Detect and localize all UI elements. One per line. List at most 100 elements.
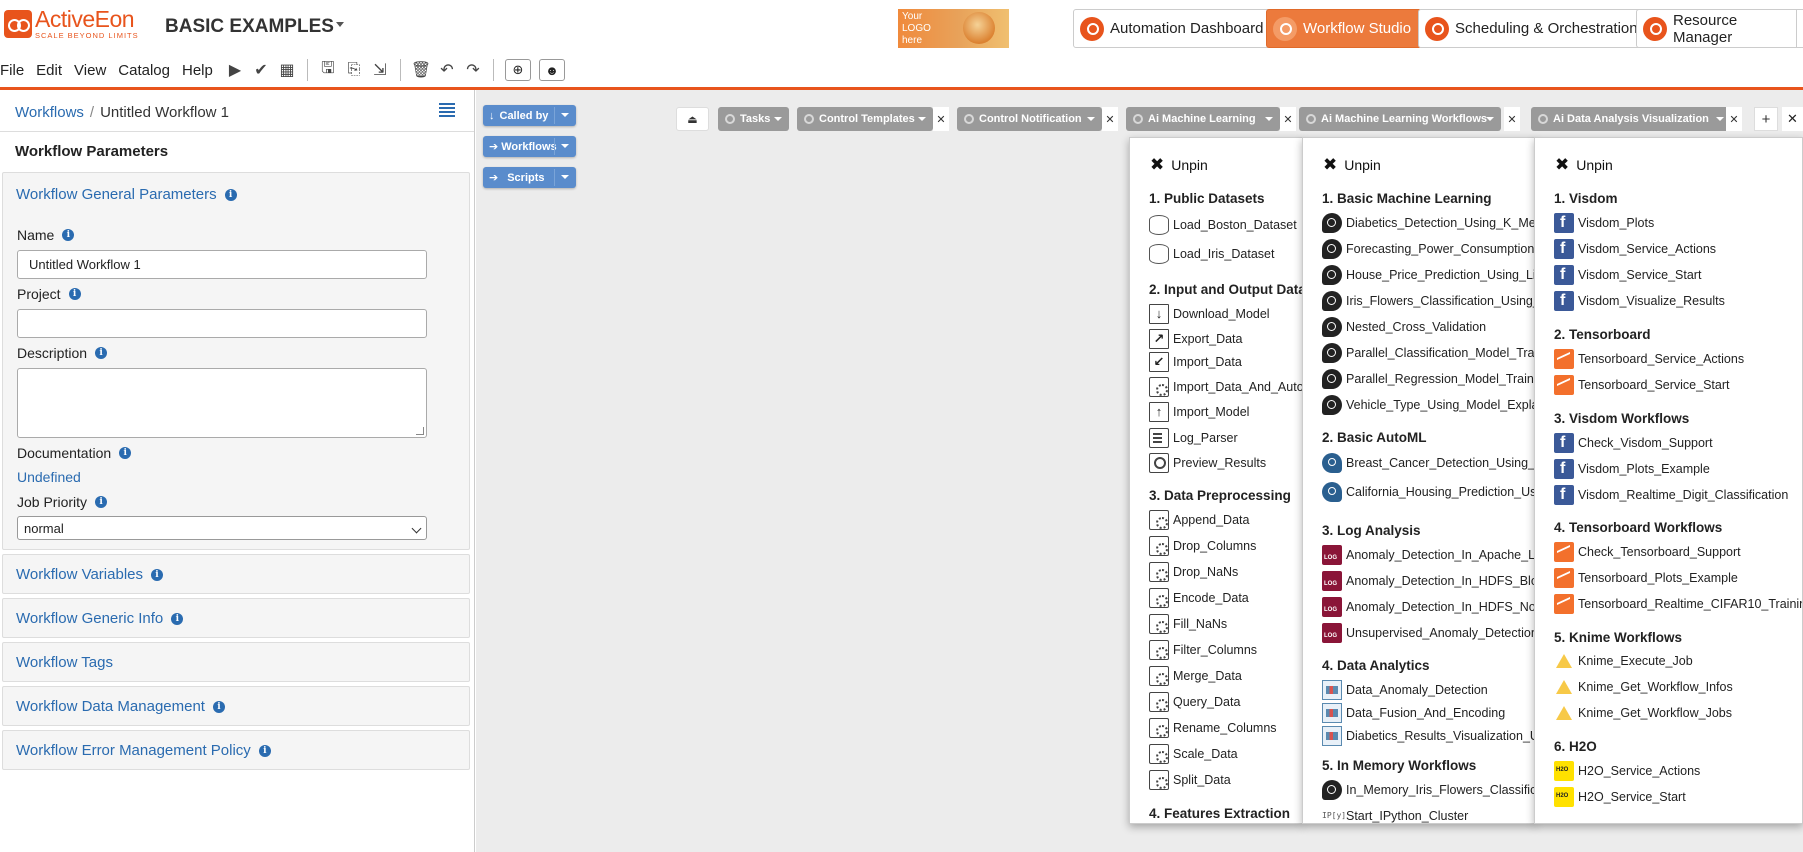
catalog-item[interactable]: Vehicle_Type_Using_Model_Explain [1322,395,1535,415]
unpin-button[interactable]: ✖ Unpin [1555,155,1613,175]
catalog-item[interactable]: Scale_Data [1149,744,1238,764]
project-input[interactable] [17,309,427,338]
catalog-item[interactable]: Anomaly_Detection_In_HDFS_Node [1322,597,1535,617]
close-tab-icon[interactable]: ✕ [1726,107,1742,131]
workflow-error-management-section[interactable]: Workflow Error Management Policy i [2,730,470,770]
menu-help[interactable]: Help [182,62,213,79]
workflow-studio-button[interactable]: Workflow Studio [1266,9,1423,48]
catalog-item[interactable]: Visdom_Service_Actions [1554,239,1716,259]
project-title[interactable]: BASIC EXAMPLES [165,16,334,38]
chevron-down-icon[interactable] [561,144,569,148]
catalog-item[interactable]: Tensorboard_Service_Start [1554,375,1729,395]
catalog-item[interactable]: Tensorboard_Realtime_CIFAR10_Training [1554,594,1802,614]
catalog-item[interactable]: Tensorboard_Plots_Example [1554,568,1738,588]
info-icon[interactable]: i [258,744,271,757]
scripts-button[interactable]: ➔ Scripts [483,167,576,188]
catalog-item[interactable]: Diabetics_Detection_Using_K_Mea [1322,213,1535,233]
menu-catalog[interactable]: Catalog [118,62,170,79]
name-input[interactable] [17,250,427,279]
catalog-item[interactable]: Forecasting_Power_Consumption_ [1322,239,1535,259]
catalog-item[interactable]: Check_Visdom_Support [1554,433,1713,453]
catalog-item[interactable]: Preview_Results [1149,453,1266,473]
catalog-item[interactable]: Parallel_Classification_Model_Train [1322,343,1535,363]
scheduling-orchestration-button[interactable]: Scheduling & Orchestration [1418,9,1649,48]
catalog-item[interactable]: Data_Fusion_And_Encoding [1322,703,1505,723]
catalog-item[interactable]: Log_Parser [1149,428,1238,448]
export-as-icon[interactable]: ⇲ [371,61,389,79]
catalog-item[interactable]: Check_Tensorboard_Support [1554,542,1741,562]
catalog-item[interactable]: Unsupervised_Anomaly_Detection [1322,623,1535,643]
breadcrumb-workflows-link[interactable]: Workflows [15,104,84,121]
overflow-portal-button[interactable] [1796,9,1803,48]
catalog-item[interactable]: Drop_NaNs [1149,562,1238,582]
resource-manager-button[interactable]: Resource Manager [1636,9,1803,48]
catalog-item[interactable]: Tensorboard_Service_Actions [1554,349,1744,369]
info-icon[interactable]: i [171,612,184,625]
unpin-button[interactable]: ✖ Unpin [1323,155,1381,175]
user-icon[interactable]: ☻ [539,59,565,81]
catalog-item[interactable]: Load_Iris_Dataset [1149,244,1274,264]
catalog-item[interactable]: ↑ Import_Model [1149,402,1249,422]
catalog-item[interactable]: Query_Data [1149,692,1240,712]
catalog-item[interactable]: Anomaly_Detection_In_Apache_Log [1322,545,1535,565]
collapse-all-icon[interactable]: ⏏ [676,107,709,131]
calendar-icon[interactable]: ▦ [278,61,296,79]
catalog-item[interactable]: H2O_Service_Start [1554,787,1686,807]
documentation-value[interactable]: Undefined [17,469,81,485]
menu-view[interactable]: View [74,62,106,79]
catalog-item[interactable]: Iris_Flowers_Classification_Using_L [1322,291,1535,311]
catalog-item[interactable]: Knime_Get_Workflow_Jobs [1554,704,1732,722]
catalog-item[interactable]: Visdom_Visualize_Results [1554,291,1725,311]
catalog-item[interactable]: Data_Anomaly_Detection [1322,680,1488,700]
catalog-item[interactable]: Merge_Data [1149,666,1242,686]
close-tab-icon[interactable]: ✕ [1504,107,1520,131]
description-textarea[interactable] [17,368,427,438]
play-icon[interactable]: ▶ [226,61,244,79]
catalog-item[interactable]: Breast_Cancer_Detection_Using_A [1322,453,1535,473]
catalog-item[interactable]: Nested_Cross_Validation [1322,317,1486,337]
globe-icon[interactable]: ⊕ [505,59,531,81]
tab-ai-machine-learning[interactable]: Ai Machine Learning [1126,107,1280,131]
catalog-item[interactable]: ↙ Import_Data [1149,352,1242,372]
workflow-data-management-section[interactable]: Workflow Data Management i [2,686,470,726]
info-icon[interactable]: i [62,229,75,241]
close-tab-icon[interactable]: ✕ [1280,107,1296,131]
chevron-down-icon[interactable] [561,175,569,179]
called-by-button[interactable]: ↓ Called by [483,105,576,126]
menu-edit[interactable]: Edit [36,62,62,79]
catalog-item[interactable]: Visdom_Service_Start [1554,265,1701,285]
catalog-item[interactable]: Filter_Columns [1149,640,1257,660]
catalog-item[interactable]: Append_Data [1149,510,1249,530]
list-view-icon[interactable] [439,103,455,117]
add-catalog-tab-icon[interactable]: + [1754,107,1778,131]
catalog-item[interactable]: IP[y] Start_IPython_Cluster [1322,806,1468,823]
close-tab-icon[interactable]: ✕ [933,107,949,131]
redo-icon[interactable]: ↷ [464,61,482,79]
tab-control-templates[interactable]: Control Templates [797,107,933,131]
catalog-item[interactable]: Drop_Columns [1149,536,1256,556]
workflow-variables-section[interactable]: Workflow Variables i [2,554,470,594]
check-icon[interactable]: ✔ [252,61,270,79]
catalog-item[interactable]: Visdom_Plots [1554,213,1654,233]
tab-ai-data-analysis-visualization[interactable]: Ai Data Analysis Visualization [1531,107,1731,131]
catalog-item[interactable]: Fill_NaNs [1149,614,1227,634]
undo-icon[interactable]: ↶ [438,61,456,79]
catalog-item[interactable]: Anomaly_Detection_In_HDFS_Block [1322,571,1535,591]
workflows-button[interactable]: ➔ Workflows [483,136,576,157]
catalog-item[interactable]: Visdom_Plots_Example [1554,459,1710,479]
catalog-item[interactable]: Split_Data [1149,770,1231,790]
catalog-item[interactable]: H2O_Service_Actions [1554,761,1700,781]
catalog-item[interactable]: Parallel_Regression_Model_Training [1322,369,1535,389]
catalog-item[interactable]: Diabetics_Results_Visualization_Us [1322,726,1535,746]
info-icon[interactable]: i [95,347,108,359]
catalog-item[interactable]: Rename_Columns [1149,718,1277,738]
catalog-item[interactable]: Knime_Execute_Job [1554,652,1693,670]
info-icon[interactable]: i [95,496,108,508]
general-parameters-header[interactable]: Workflow General Parameters i [16,186,237,203]
info-icon[interactable]: i [151,568,163,581]
delete-icon[interactable]: 🗑 [411,61,431,79]
info-icon[interactable]: i [119,447,132,459]
project-dropdown-icon[interactable] [336,22,344,27]
menu-file[interactable]: File [0,62,24,79]
tab-ai-machine-learning-workflows[interactable]: Ai Machine Learning Workflows [1299,107,1501,131]
